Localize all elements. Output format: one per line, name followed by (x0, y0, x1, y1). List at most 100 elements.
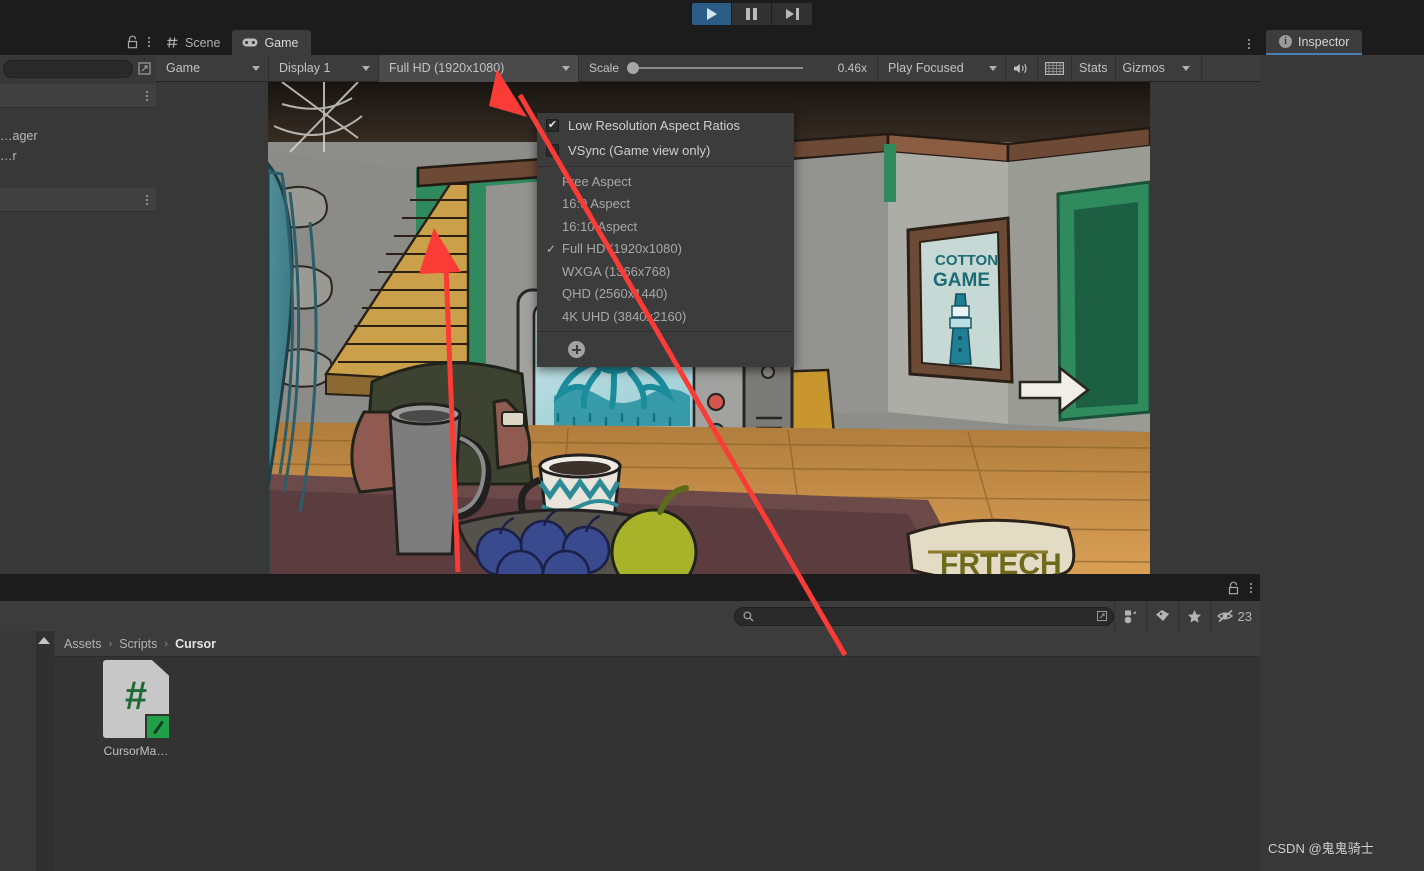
play-button[interactable] (692, 3, 732, 25)
hierarchy-footer-row[interactable] (0, 188, 156, 212)
menu-item-free-aspect[interactable]: Free Aspect (537, 170, 794, 193)
project-panel: 23 Assets › Scripts › Cursor # CursorMa… (0, 574, 1260, 871)
hierarchy-item-0[interactable]: …ager (0, 126, 156, 146)
gizmos-dropdown[interactable] (1172, 54, 1202, 82)
lock-icon[interactable] (1227, 581, 1240, 595)
tab-game[interactable]: Game (232, 30, 311, 55)
hierarchy-search-row (0, 56, 156, 81)
inspector-panel: i Inspector CSDN @鬼鬼骑士 (1260, 28, 1424, 871)
menu-checkbox-vsync[interactable]: VSync (Game view only) (537, 138, 794, 163)
breadcrumb: Assets › Scripts › Cursor (54, 631, 1260, 657)
project-tabstrip (0, 574, 1260, 601)
playback-controls (692, 3, 812, 25)
search-icon (742, 610, 754, 622)
menu-item-16-10-label: 16:10 Aspect (562, 218, 638, 234)
hierarchy-item-1[interactable]: …r (0, 146, 156, 166)
asset-item[interactable]: # CursorMa… (76, 660, 196, 758)
menu-item-free-aspect-label: Free Aspect (562, 173, 632, 189)
project-splitter[interactable] (36, 631, 54, 871)
hierarchy-footer-kebab-icon[interactable] (146, 194, 148, 205)
resolution-dropdown-menu: Low Resolution Aspect Ratios VSync (Game… (537, 113, 794, 367)
tab-scene[interactable]: Scene (156, 30, 232, 55)
menu-divider-top (537, 166, 794, 167)
gizmos-button[interactable]: Gizmos (1116, 55, 1172, 82)
menu-item-selected-tick-icon: ✓ (546, 241, 557, 256)
display-dropdown[interactable]: Display 1 (269, 54, 379, 82)
hierarchy-row-kebab-icon[interactable] (146, 90, 148, 101)
menu-item-4k-uhd-label: 4K UHD (3840x2160) (562, 308, 687, 324)
tab-inspector-label: Inspector (1298, 34, 1350, 49)
hierarchy-kebab-menu-icon[interactable] (148, 36, 150, 47)
breadcrumb-separator: › (108, 637, 113, 650)
game-view-toolbar: Game Display 1 Full HD (1920x1080) Scale… (156, 54, 1260, 82)
breadcrumb-separator: › (164, 637, 169, 650)
game-dock-tabstrip: Scene Game (156, 28, 1260, 55)
label-tag-button[interactable] (1145, 601, 1178, 631)
breadcrumb-cursor[interactable]: Cursor (175, 637, 216, 651)
breadcrumb-assets[interactable]: Assets (64, 637, 102, 651)
project-tree-pane[interactable] (0, 631, 36, 871)
expand-icon[interactable] (1095, 609, 1109, 623)
poster-line1: COTTON (935, 252, 998, 269)
step-button[interactable] (772, 3, 812, 25)
play-mode-dropdown[interactable]: Play Focused (878, 54, 1007, 82)
play-icon (706, 8, 717, 20)
poster-line2: GAME (933, 270, 990, 291)
breadcrumb-scripts[interactable]: Scripts (119, 637, 157, 651)
hidden-assets-indicator[interactable]: 23 (1209, 601, 1260, 631)
game-dock: Scene Game Game Display 1 Full HD (1920x… (156, 28, 1260, 574)
resolution-dropdown[interactable]: Full HD (1920x1080) (379, 54, 579, 82)
chevron-down-icon (362, 65, 370, 71)
object-filter-button[interactable] (1113, 601, 1146, 631)
stats-button[interactable]: Stats (1072, 54, 1116, 82)
mute-audio-button[interactable] (1006, 54, 1039, 82)
project-asset-grid[interactable]: # CursorMa… (54, 657, 1260, 871)
menu-checkbox-low-res[interactable]: Low Resolution Aspect Ratios (537, 113, 794, 138)
lock-icon[interactable] (126, 35, 139, 49)
chevron-down-icon (1182, 65, 1191, 71)
game-dock-kebab-menu-icon[interactable] (1248, 39, 1250, 49)
plus-icon[interactable] (568, 341, 585, 358)
menu-item-wxga[interactable]: WXGA (1366x768) (537, 260, 794, 283)
hierarchy-header-row[interactable] (0, 84, 156, 108)
eye-slash-icon (1216, 609, 1233, 623)
asset-item-label: CursorMa… (103, 744, 169, 758)
tab-inspector[interactable]: i Inspector (1266, 30, 1363, 55)
inspector-tabstrip: i Inspector (1260, 28, 1424, 55)
collapse-up-icon[interactable] (38, 637, 50, 644)
object-filter-icon (1124, 610, 1136, 623)
expand-icon[interactable] (136, 60, 153, 77)
pause-button[interactable] (732, 3, 772, 25)
hidden-assets-count: 23 (1237, 608, 1252, 624)
view-mode-dropdown[interactable]: Game (156, 54, 269, 82)
hierarchy-items: …ager …r (0, 108, 156, 188)
menu-item-16-10[interactable]: 16:10 Aspect (537, 215, 794, 238)
script-badge-icon (145, 714, 171, 740)
favorite-star-button[interactable] (1177, 601, 1210, 631)
speaker-icon (1014, 63, 1027, 73)
scale-slider[interactable] (627, 62, 804, 74)
display-label: Display 1 (279, 61, 331, 75)
csdn-watermark: CSDN @鬼鬼骑士 (1268, 841, 1374, 856)
menu-item-16-9[interactable]: 16:9 Aspect (537, 193, 794, 216)
hierarchy-search-input[interactable] (3, 59, 133, 78)
scale-value: 0.46x (837, 61, 868, 75)
resolution-label: Full HD (1920x1080) (389, 61, 505, 75)
scale-control: Scale 0.46x (579, 54, 879, 82)
scale-slider-knob[interactable] (627, 62, 640, 74)
menu-item-full-hd[interactable]: ✓ Full HD (1920x1080) (537, 238, 794, 261)
menu-divider-bottom (537, 330, 794, 332)
checkbox-checked-icon (546, 119, 559, 132)
project-search-input[interactable] (758, 607, 1090, 625)
stats-label: Stats (1079, 61, 1108, 75)
menu-item-wxga-label: WXGA (1366x768) (562, 263, 671, 279)
aspect-frame-button[interactable] (1038, 54, 1073, 82)
menu-add-row[interactable] (537, 335, 794, 365)
menu-checkbox-vsync-label: VSync (Game view only) (568, 143, 711, 158)
menu-item-4k-uhd[interactable]: 4K UHD (3840x2160) (537, 305, 794, 328)
menu-item-qhd[interactable]: QHD (2560x1440) (537, 283, 794, 306)
project-search-box[interactable] (733, 606, 1114, 626)
project-kebab-menu-icon[interactable] (1250, 582, 1252, 593)
menu-item-qhd-label: QHD (2560x1440) (562, 286, 668, 302)
hierarchy-tabstrip (0, 28, 156, 55)
